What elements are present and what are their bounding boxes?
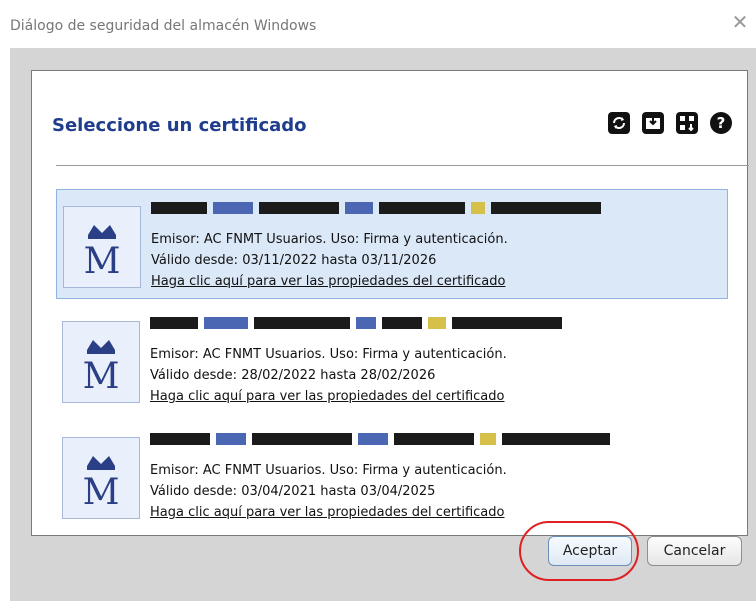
certificate-properties-link[interactable]: Haga clic aquí para ver las propiedades … <box>150 389 504 404</box>
svg-text:?: ? <box>717 114 726 132</box>
certificate-issuer: Emisor: AC FNMT Usuarios. Uso: Firma y a… <box>150 347 507 362</box>
toolbar-icons: ? <box>607 111 733 135</box>
certificate-validity: Válido desde: 28/02/2022 hasta 28/02/202… <box>150 368 436 383</box>
dialog-heading: Seleccione un certificado <box>52 115 307 136</box>
svg-text:M: M <box>84 241 121 282</box>
certificate-holder-name-redacted <box>151 202 621 220</box>
fnmt-logo-icon: M <box>63 206 141 288</box>
close-icon[interactable]: ✕ <box>730 12 750 32</box>
certificate-item[interactable]: M Emisor: AC FNMT Usuarios. Uso: Firma y… <box>56 305 728 415</box>
export-icon[interactable] <box>675 111 699 135</box>
refresh-icon[interactable] <box>607 111 631 135</box>
cancel-button[interactable]: Cancelar <box>647 536 742 566</box>
window-title: Diálogo de seguridad del almacén Windows <box>10 18 317 34</box>
certificate-issuer: Emisor: AC FNMT Usuarios. Uso: Firma y a… <box>151 232 508 247</box>
certificate-validity: Válido desde: 03/11/2022 hasta 03/11/202… <box>151 253 437 268</box>
dialog-frame: Seleccione un certificado ? M Emisor: AC… <box>10 48 756 601</box>
svg-text:M: M <box>83 472 120 513</box>
fnmt-logo-icon: M <box>62 437 140 519</box>
certificate-panel: Seleccione un certificado ? M Emisor: AC… <box>31 70 749 536</box>
fnmt-logo-icon: M <box>62 321 140 403</box>
certificate-validity: Válido desde: 03/04/2021 hasta 03/04/202… <box>150 484 436 499</box>
certificate-issuer: Emisor: AC FNMT Usuarios. Uso: Firma y a… <box>150 463 507 478</box>
certificate-item[interactable]: M Emisor: AC FNMT Usuarios. Uso: Firma y… <box>56 421 728 531</box>
certificate-item[interactable]: M Emisor: AC FNMT Usuarios. Uso: Firma y… <box>56 189 728 299</box>
separator <box>56 165 749 166</box>
certificate-holder-name-redacted <box>150 433 620 451</box>
window-titlebar: Diálogo de seguridad del almacén Windows… <box>0 0 756 48</box>
svg-text:M: M <box>83 356 120 397</box>
import-icon[interactable] <box>641 111 665 135</box>
help-icon[interactable]: ? <box>709 111 733 135</box>
certificate-properties-link[interactable]: Haga clic aquí para ver las propiedades … <box>150 505 504 520</box>
certificate-properties-link[interactable]: Haga clic aquí para ver las propiedades … <box>151 274 505 289</box>
certificate-holder-name-redacted <box>150 317 620 335</box>
accept-button[interactable]: Aceptar <box>548 536 632 566</box>
